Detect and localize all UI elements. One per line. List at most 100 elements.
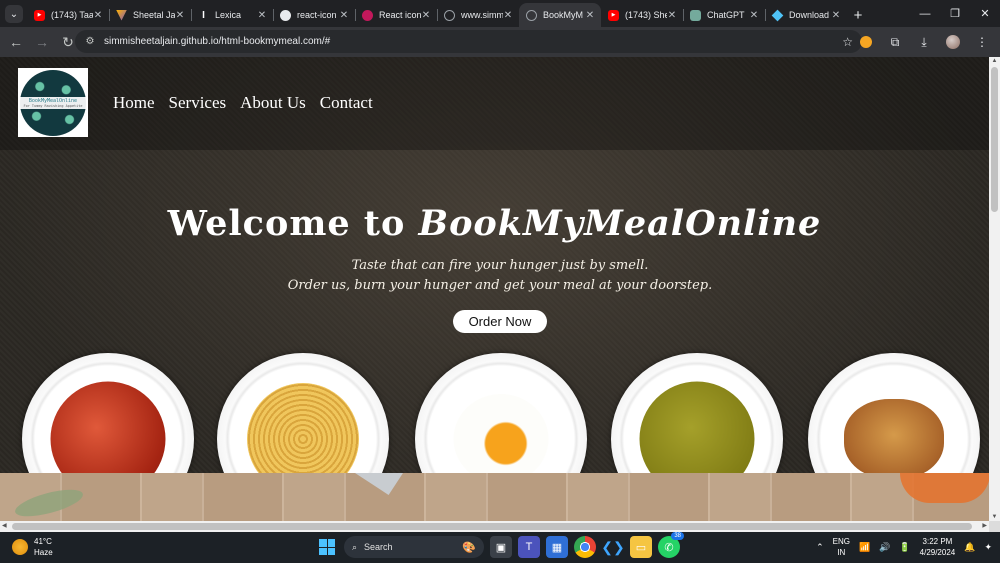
order-now-button[interactable]: Order Now (453, 310, 547, 333)
clock-date: 4/29/2024 (919, 548, 956, 557)
tab-title: Download (789, 10, 830, 20)
tab-9[interactable]: Download ✕ (765, 3, 847, 27)
windows-start-icon[interactable] (316, 536, 338, 558)
volume-icon[interactable]: 🔊 (879, 542, 890, 553)
new-tab-button[interactable]: + (847, 3, 869, 27)
hero-tagline-1: Taste that can fire your hunger just by … (351, 258, 649, 273)
tab-8[interactable]: ChatGPT ✕ (683, 3, 765, 27)
address-bar[interactable]: ⚙ simmisheetaljain.github.io/html-bookmy… (75, 30, 862, 53)
site-settings-icon[interactable]: ⚙ (84, 36, 96, 47)
battery-icon[interactable]: 🔋 (899, 542, 910, 553)
site-logo[interactable]: BookMyMealOnline For Tummy Ravishing App… (18, 68, 88, 137)
logo-tagline: For Tummy Ravishing Appetite (23, 103, 83, 108)
close-icon[interactable]: ✕ (421, 10, 431, 21)
menu-kebab-icon[interactable]: ⋮ (970, 30, 994, 54)
language-line2: IN (837, 548, 846, 557)
hero-title-brand: BookMyMealOnline (418, 203, 822, 244)
taskbar-search[interactable]: ⌕ Search 🎨 (344, 536, 484, 558)
tab-0[interactable]: ▶ (1743) Taa ✕ (27, 3, 109, 27)
task-view-icon[interactable]: ▣ (490, 536, 512, 558)
tab-title: Lexica (215, 10, 242, 20)
minimize-icon[interactable]: — (910, 0, 940, 27)
language-indicator[interactable]: ENG IN (833, 536, 850, 558)
clock-time: 3:22 PM (922, 537, 953, 546)
tab-title: ChatGPT (707, 10, 745, 20)
windows-taskbar: 41°C Haze ⌕ Search 🎨 ▣ T ▦ ❮❯ ▭ ✆ 38 ⌃ EN… (0, 532, 1000, 563)
copilot-icon[interactable]: ✦ (984, 542, 992, 553)
download-icon[interactable]: ⤓ (912, 30, 936, 54)
close-icon[interactable]: ✕ (749, 10, 759, 21)
extension-icon[interactable] (854, 30, 878, 54)
vertical-scroll-thumb[interactable] (991, 67, 998, 212)
logo-name: BookMyMealOnline (28, 97, 78, 104)
close-window-icon[interactable]: ✕ (970, 0, 1000, 27)
youtube-icon: ▶ (608, 9, 619, 21)
forward-arrow-icon[interactable]: → (30, 30, 54, 54)
search-icon: ⌕ (352, 541, 358, 552)
tab-2[interactable]: I Lexica ✕ (191, 3, 273, 27)
chevron-up-icon[interactable]: ⌃ (816, 542, 824, 553)
microsoft-store-icon[interactable]: ▦ (546, 536, 568, 558)
weather-widget[interactable]: 41°C Haze (12, 536, 53, 558)
chatgpt-icon (690, 9, 701, 21)
tab-5[interactable]: www.simm ✕ (437, 3, 519, 27)
nav-about-us[interactable]: About Us (240, 93, 306, 113)
close-icon[interactable]: ✕ (831, 10, 841, 21)
horizontal-scroll-thumb[interactable] (12, 523, 972, 530)
globe-icon (444, 9, 455, 21)
close-icon[interactable]: ✕ (585, 10, 595, 21)
window-controls: — ❐ ✕ (910, 0, 1000, 27)
notification-icon[interactable]: 🔔 (964, 542, 975, 553)
bookmark-star-icon[interactable]: ☆ (842, 35, 853, 49)
tab-title: (1743) Taa (51, 10, 93, 20)
site-header: BookMyMealOnline For Tummy Ravishing App… (0, 57, 989, 150)
tab-search-button[interactable]: ⌄ (5, 5, 23, 23)
lexica-icon: I (202, 9, 205, 21)
nav-contact[interactable]: Contact (320, 93, 373, 113)
clock[interactable]: 3:22 PM 4/29/2024 (920, 536, 956, 558)
close-icon[interactable]: ✕ (339, 10, 349, 21)
horizontal-scrollbar[interactable]: ◀ ▶ (0, 521, 989, 532)
sheetal-icon (116, 9, 127, 21)
wooden-table-strip (0, 473, 989, 521)
language-line1: ENG (832, 537, 850, 546)
nav-home[interactable]: Home (113, 93, 155, 113)
scroll-right-icon[interactable]: ▶ (982, 521, 987, 532)
tab-strip: ⌄ ▶ (1743) Taa ✕ Sheetal Jai ✕ I Lexica ✕ rea… (0, 0, 1000, 27)
close-icon[interactable]: ✕ (503, 10, 513, 21)
wifi-icon[interactable]: 📶 (859, 542, 870, 553)
scroll-up-icon[interactable]: ▲ (989, 58, 1000, 64)
tab-7[interactable]: ▶ (1743) She ✕ (601, 3, 683, 27)
url-text[interactable]: simmisheetaljain.github.io/html-bookmyme… (104, 36, 842, 47)
whatsapp-icon[interactable]: ✆ 38 (658, 532, 684, 558)
close-icon[interactable]: ✕ (93, 10, 103, 21)
system-tray: ⌃ ENG IN 📶 🔊 🔋 3:22 PM 4/29/2024 🔔 ✦ (816, 536, 992, 558)
scrollbar-corner (989, 521, 1000, 532)
tab-3[interactable]: react-icon ✕ (273, 3, 355, 27)
vertical-scrollbar[interactable]: ▲ ▼ (989, 57, 1000, 521)
github-icon (280, 9, 291, 21)
scroll-left-icon[interactable]: ◀ (2, 521, 7, 532)
back-arrow-icon[interactable]: ← (4, 30, 28, 54)
close-icon[interactable]: ✕ (667, 10, 677, 21)
file-explorer-icon[interactable]: ▭ (630, 536, 652, 558)
search-highlight-icon: 🎨 (462, 541, 476, 554)
hero-title-prefix: Welcome to (167, 203, 419, 244)
tab-title: react-icon (297, 10, 337, 20)
scroll-down-icon[interactable]: ▼ (989, 514, 1000, 520)
teams-icon[interactable]: T (518, 536, 540, 558)
extensions-puzzle-icon[interactable]: ⧉ (883, 30, 907, 54)
tab-6-active[interactable]: BookMyM ✕ (519, 3, 601, 27)
nav-services[interactable]: Services (169, 93, 227, 113)
profile-avatar[interactable] (941, 30, 965, 54)
haze-sun-icon (12, 539, 28, 555)
globe-icon (526, 9, 537, 21)
close-icon[interactable]: ✕ (257, 10, 267, 21)
chrome-icon[interactable] (574, 536, 596, 558)
close-icon[interactable]: ✕ (175, 10, 185, 21)
tab-4[interactable]: React icon ✕ (355, 3, 437, 27)
tab-title: Sheetal Jai (133, 10, 175, 20)
vscode-icon[interactable]: ❮❯ (601, 536, 624, 558)
restore-icon[interactable]: ❐ (940, 0, 970, 27)
tab-1[interactable]: Sheetal Jai ✕ (109, 3, 191, 27)
